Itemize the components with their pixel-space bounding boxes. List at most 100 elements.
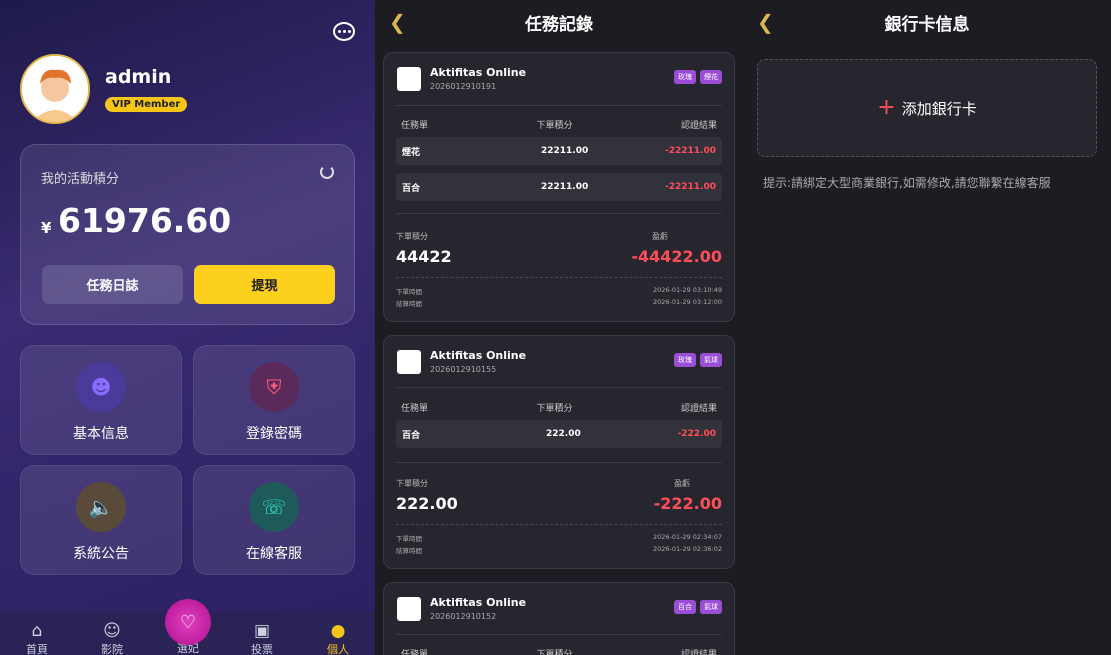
record-card: Aktifitas Online 2026012910155 玫瑰 氣球 任務單下… [383, 335, 735, 569]
bank-panel: 銀行卡信息 ❮ + 添加銀行卡 提示:請綁定大型商業銀行,如需修改,請您聯繫在線… [743, 0, 1111, 655]
cell: 百合 [402, 183, 421, 194]
currency-symbol: ¥ [41, 219, 52, 237]
tag: 玫瑰 [674, 70, 696, 84]
col-header: 認證結果 [680, 404, 717, 414]
divider [396, 105, 722, 106]
tile-basic-info[interactable]: ☻ 基本信息 [20, 345, 182, 455]
record-tags: 玫瑰 氣球 [674, 353, 722, 367]
tile-announcement[interactable]: 🔈 系統公告 [20, 465, 182, 575]
divider [396, 213, 722, 214]
back-icon[interactable]: ❮ [389, 10, 411, 34]
tag: 百合 [674, 600, 696, 614]
order-total: 222.00 [396, 494, 458, 513]
tag: 煙花 [700, 70, 722, 84]
hint-text: 提示:請綁定大型商業銀行,如需修改,請您聯繫在線客服 [763, 176, 1051, 190]
tab-label: 首頁 [26, 643, 48, 655]
gamepad-icon: ▣ [253, 621, 271, 641]
tab-cinema[interactable]: ☺ 影院 [92, 621, 132, 655]
order-time: 2026-01-29 02:34:07 [652, 533, 722, 541]
page-title: 任務記錄 [375, 0, 743, 44]
vip-badge: VIP Member [105, 97, 188, 112]
user-icon: ☻ [76, 362, 126, 412]
divider [396, 277, 722, 278]
home-icon: ⌂ [31, 621, 43, 641]
settle-time: 2026-01-29 03:12:00 [652, 298, 722, 306]
cell: 22211.00 [541, 146, 589, 156]
record-tags: 玫瑰 煙花 [674, 70, 722, 84]
page-title: 銀行卡信息 [743, 0, 1111, 44]
records-panel: 任務記錄 ❮ Aktifitas Online 2026012910191 玫瑰… [375, 0, 743, 655]
person-icon: ● [330, 621, 346, 641]
tab-label: 影院 [101, 643, 123, 655]
order-label: 下單積分 [396, 479, 428, 488]
table-header: 任務單 下單積分 認證結果 [396, 401, 722, 414]
record-name: Aktifitas Online [430, 66, 527, 79]
avatar[interactable] [20, 54, 90, 124]
add-bank-card-button[interactable]: + 添加銀行卡 [757, 59, 1097, 157]
settle-time-label: 結算時間 [396, 300, 422, 308]
smile-icon: ☺ [103, 621, 121, 641]
order-time: 2026-01-29 03:10:49 [652, 286, 722, 294]
tile-customer-service[interactable]: ☏ 在線客服 [193, 465, 355, 575]
tab-label: 個人 [327, 643, 349, 655]
tab-vote[interactable]: ▣ 投票 [242, 621, 282, 655]
record-card: Aktifitas Online 2026012910191 玫瑰 煙花 任務單下… [383, 52, 735, 322]
record-id: 2026012910155 [430, 365, 497, 374]
tag: 氣球 [700, 353, 722, 367]
balance-title: 我的活動積分 [41, 172, 120, 187]
shield-icon: ⛨ [249, 362, 299, 412]
col-header: 認證結果 [680, 121, 717, 131]
speaker-icon: 🔈 [76, 482, 126, 532]
records-title: 任務記錄 [525, 14, 593, 35]
profit-value: -44422.00 [631, 247, 722, 266]
profile-panel: admin VIP Member 我的活動積分 ¥ 61976.60 任務日誌 … [0, 0, 375, 655]
plus-icon: + [877, 95, 896, 120]
username: admin [105, 66, 172, 88]
tile-label: 登錄密碼 [246, 426, 302, 442]
heart-icon[interactable]: ♡ [165, 599, 211, 645]
image-icon [397, 67, 421, 91]
image-icon [397, 350, 421, 374]
task-log-button[interactable]: 任務日誌 [42, 265, 183, 304]
avatar-icon [22, 56, 88, 122]
settle-time: 2026-01-29 02:36:02 [652, 545, 722, 553]
order-label: 下單積分 [396, 232, 428, 241]
back-icon[interactable]: ❮ [757, 10, 779, 34]
tab-home[interactable]: ⌂ 首頁 [17, 621, 57, 655]
record-card: Aktifitas Online 2026012910152 百合 氣球 任務單 下… [383, 582, 735, 655]
tag: 玫瑰 [674, 353, 696, 367]
tile-login-password[interactable]: ⛨ 登錄密碼 [193, 345, 355, 455]
col-header: 認證結果 [680, 650, 717, 655]
col-header: 下單積分 [536, 121, 573, 131]
order-time-label: 下單時間 [396, 288, 422, 296]
chat-icon[interactable] [333, 22, 355, 41]
cell: 222.00 [546, 429, 581, 439]
table-row: 煙花 22211.00 -22211.00 [396, 137, 722, 165]
record-id: 2026012910191 [430, 82, 497, 91]
col-header: 任務單 [401, 650, 429, 655]
col-header: 任務單 [401, 121, 429, 131]
col-header: 任務單 [401, 404, 429, 414]
order-time-label: 下單時間 [396, 535, 422, 543]
image-icon [397, 597, 421, 621]
table-header: 任務單 下單積分 認證結果 [396, 647, 722, 655]
tag: 氣球 [700, 600, 722, 614]
tab-profile[interactable]: ● 個人 [318, 621, 358, 655]
record-name: Aktifitas Online [430, 349, 527, 362]
divider [396, 524, 722, 525]
cell: 煙花 [402, 147, 421, 158]
balance-card: 我的活動積分 ¥ 61976.60 任務日誌 提現 [20, 144, 355, 325]
col-header: 下單積分 [536, 404, 573, 414]
headset-icon: ☏ [249, 482, 299, 532]
profit-label: 盈虧 [674, 479, 690, 488]
cell: 百合 [402, 430, 421, 441]
cell: -22211.00 [665, 182, 716, 192]
refresh-icon[interactable] [320, 165, 334, 179]
bank-title: 銀行卡信息 [884, 14, 970, 35]
withdraw-button[interactable]: 提現 [194, 265, 335, 304]
divider [396, 634, 722, 635]
col-header: 下單積分 [536, 650, 573, 655]
tab-label: 投票 [251, 643, 273, 655]
tile-label: 基本信息 [73, 426, 129, 442]
tile-label: 在線客服 [246, 546, 302, 562]
